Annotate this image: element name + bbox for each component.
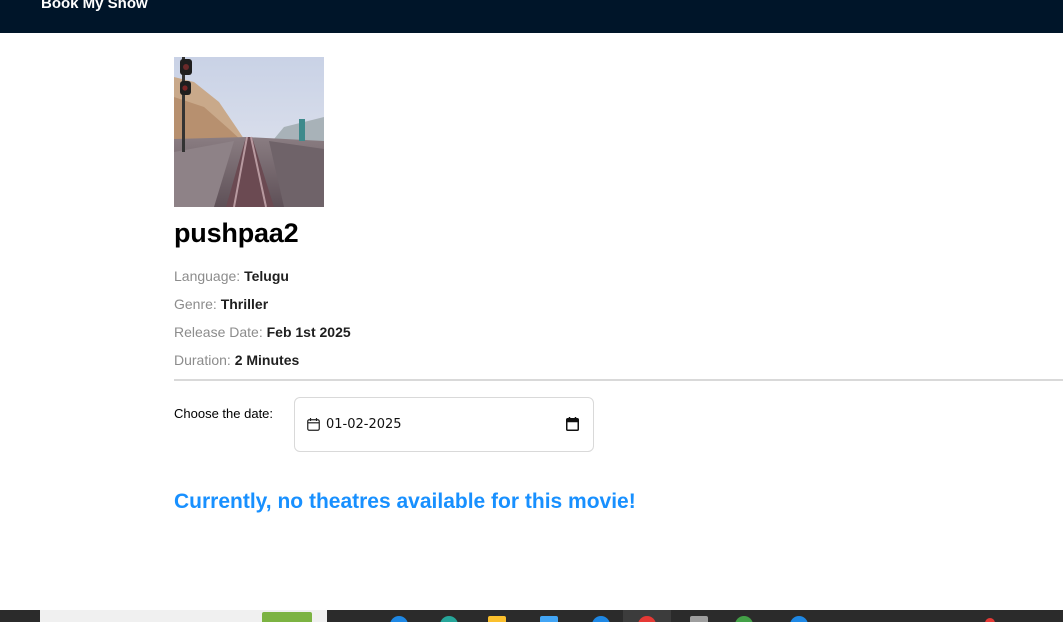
- folder-icon[interactable]: [488, 616, 506, 622]
- movie-detail-section: pushpaa2 Language: Telugu Genre: Thrille…: [174, 57, 1063, 515]
- date-input[interactable]: 01-02-2025: [294, 397, 594, 452]
- whatsapp-icon[interactable]: [735, 616, 753, 622]
- detail-value: Telugu: [244, 268, 289, 284]
- calendar-picker-icon[interactable]: [566, 417, 579, 431]
- detail-label: Duration:: [174, 352, 231, 368]
- section-divider: [174, 379, 1063, 381]
- taskbar-app-icon[interactable]: [262, 612, 312, 622]
- date-picker-row: Choose the date: 01-02-2025: [174, 397, 1063, 459]
- detail-genre: Genre: Thriller: [174, 290, 1063, 318]
- notification-icon[interactable]: [985, 618, 995, 622]
- detail-value: Feb 1st 2025: [266, 324, 351, 340]
- detail-release-date: Release Date: Feb 1st 2025: [174, 318, 1063, 346]
- detail-language: Language: Telugu: [174, 262, 1063, 290]
- date-label: Choose the date:: [174, 406, 274, 421]
- detail-duration: Duration: 2 Minutes: [174, 346, 1063, 374]
- no-theatres-message: Currently, no theatres available for thi…: [174, 490, 636, 513]
- top-navbar: Book My Show: [0, 0, 1063, 33]
- os-taskbar: [0, 610, 1063, 622]
- brand-logo-text[interactable]: Book My Show: [41, 0, 148, 14]
- movie-title: pushpaa2: [174, 218, 299, 248]
- detail-label: Release Date:: [174, 324, 263, 340]
- store-icon[interactable]: [540, 616, 558, 622]
- detail-label: Language:: [174, 268, 241, 284]
- browser-icon[interactable]: [440, 616, 458, 622]
- movie-poster: [174, 57, 324, 207]
- detail-value: Thriller: [220, 296, 269, 312]
- calendar-icon: [307, 418, 320, 431]
- vscode-icon[interactable]: [790, 616, 808, 622]
- date-value[interactable]: 01-02-2025: [326, 417, 402, 432]
- files-icon[interactable]: [690, 616, 708, 622]
- detail-value: 2 Minutes: [234, 352, 300, 368]
- movie-details: Language: Telugu Genre: Thriller Release…: [174, 262, 1063, 374]
- app-icon[interactable]: [592, 616, 610, 622]
- edge-icon[interactable]: [390, 616, 408, 622]
- detail-label: Genre:: [174, 296, 217, 312]
